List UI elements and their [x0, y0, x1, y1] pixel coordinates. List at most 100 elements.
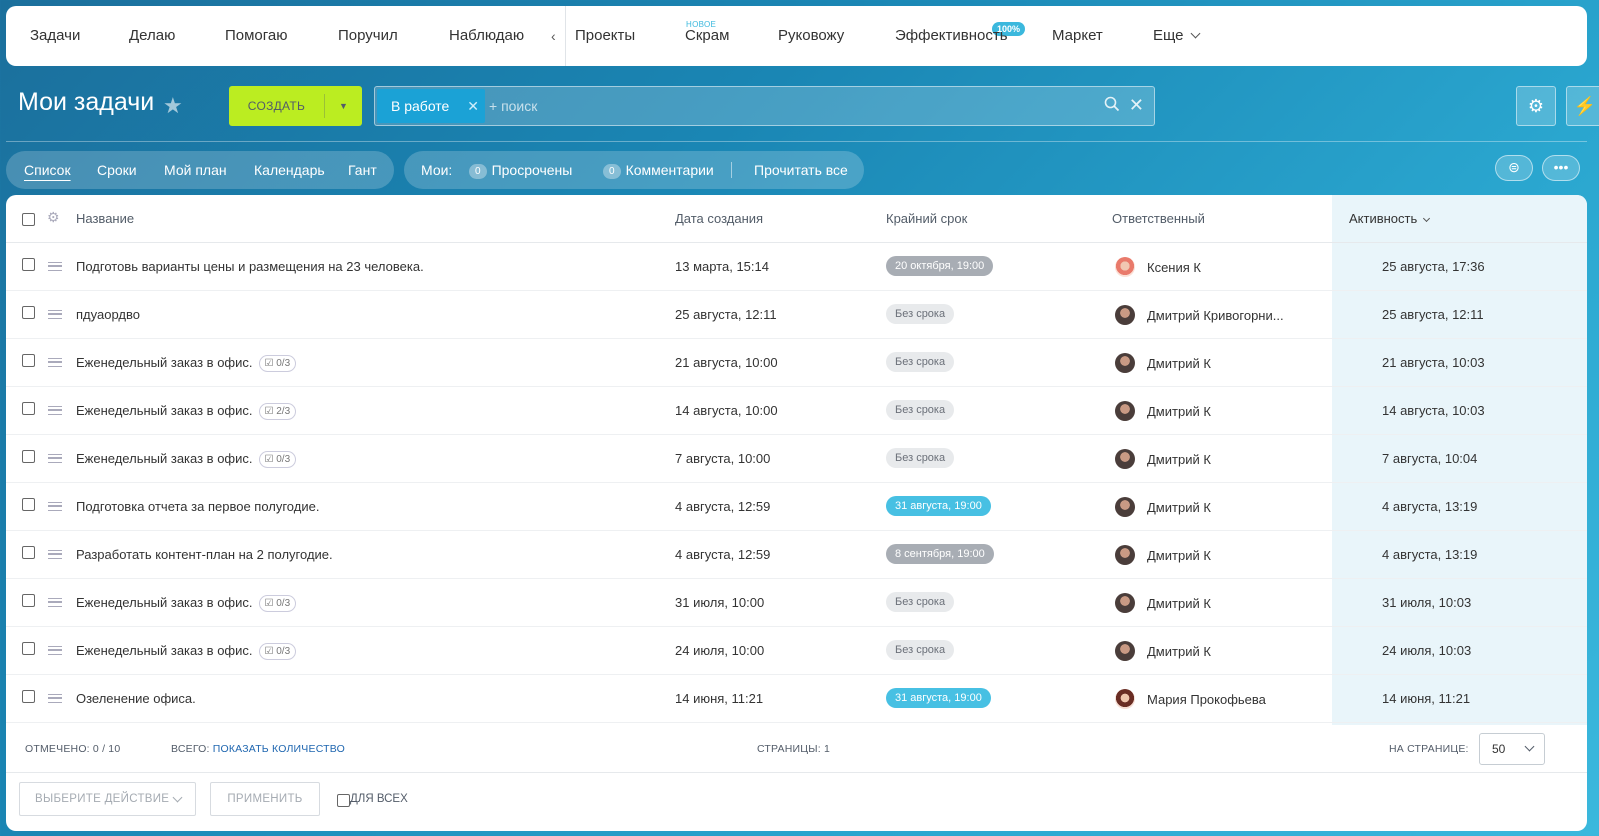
- deadline-badge[interactable]: 8 сентября, 19:00: [886, 544, 994, 564]
- column-header-title[interactable]: Название: [76, 195, 134, 243]
- deadline-badge[interactable]: 31 августа, 19:00: [886, 496, 991, 516]
- create-button[interactable]: СОЗДАТЬ ▼: [229, 86, 362, 126]
- deadline-badge[interactable]: Без срока: [886, 352, 955, 372]
- avatar[interactable]: [1115, 449, 1135, 469]
- drag-handle-icon[interactable]: [48, 646, 62, 655]
- table-row[interactable]: Еженедельный заказ в офис. ☑ 0/3 21 август…: [6, 339, 1587, 387]
- drag-handle-icon[interactable]: [48, 694, 62, 703]
- row-checkbox[interactable]: [22, 258, 35, 271]
- settings-button[interactable]: ⚙: [1516, 86, 1556, 126]
- table-row[interactable]: Еженедельный заказ в офис. ☑ 0/3 7 августа…: [6, 435, 1587, 483]
- drag-handle-icon[interactable]: [48, 406, 62, 415]
- avatar[interactable]: [1115, 641, 1135, 661]
- view-gantt[interactable]: Гант: [348, 151, 377, 189]
- row-checkbox[interactable]: [22, 402, 35, 415]
- task-title[interactable]: Еженедельный заказ в офис. ☑ 0/3: [76, 579, 297, 627]
- view-list[interactable]: Список: [24, 151, 71, 189]
- search-icon[interactable]: [1104, 96, 1120, 112]
- drag-handle-icon[interactable]: [48, 310, 62, 319]
- responsible-name[interactable]: Дмитрий К: [1147, 484, 1211, 532]
- task-title[interactable]: Еженедельный заказ в офис. ☑ 0/3: [76, 339, 297, 387]
- deadline-badge[interactable]: Без срока: [886, 448, 955, 468]
- deadline-badge[interactable]: Без срока: [886, 304, 955, 324]
- action-select[interactable]: ВЫБЕРИТЕ ДЕЙСТВИЕ: [19, 782, 196, 816]
- row-checkbox[interactable]: [22, 690, 35, 703]
- column-header-responsible[interactable]: Ответственный: [1112, 195, 1205, 243]
- view-calendar[interactable]: Календарь: [254, 151, 325, 189]
- task-title[interactable]: Подготовка отчета за первое полугодие.: [76, 483, 319, 531]
- drag-handle-icon[interactable]: [48, 454, 62, 463]
- avatar[interactable]: [1115, 401, 1135, 421]
- nav-more[interactable]: Еще: [1153, 6, 1200, 66]
- select-all-checkbox[interactable]: [22, 213, 35, 226]
- table-row[interactable]: Подготовь варианты цены и размещения на …: [6, 243, 1587, 291]
- caret-down-icon[interactable]: ▼: [325, 101, 362, 111]
- overdue-counter[interactable]: 0 Просрочены: [469, 151, 572, 189]
- table-row[interactable]: Еженедельный заказ в офис. ☑ 2/3 14 август…: [6, 387, 1587, 435]
- column-header-deadline[interactable]: Крайний срок: [886, 195, 967, 243]
- deadline-badge[interactable]: 31 августа, 19:00: [886, 688, 991, 708]
- search-filter-box[interactable]: В работе ✕ + поиск ✕: [374, 86, 1155, 126]
- search-input[interactable]: + поиск: [489, 87, 537, 125]
- column-header-created[interactable]: Дата создания: [675, 195, 763, 243]
- responsible-name[interactable]: Дмитрий К: [1147, 436, 1211, 484]
- avatar[interactable]: [1115, 545, 1135, 565]
- star-icon[interactable]: ★: [163, 93, 183, 119]
- task-title[interactable]: Еженедельный заказ в офис. ☑ 2/3: [76, 387, 297, 435]
- nav-helping[interactable]: Помогаю: [225, 6, 288, 66]
- responsible-name[interactable]: Дмитрий К: [1147, 628, 1211, 676]
- robots-button[interactable]: ⚡: [1566, 86, 1599, 126]
- responsible-name[interactable]: Дмитрий К: [1147, 340, 1211, 388]
- responsible-name[interactable]: Дмитрий Кривогорни...: [1147, 292, 1284, 340]
- nav-tasks[interactable]: Задачи: [30, 6, 80, 66]
- nav-market[interactable]: Маркет: [1052, 6, 1103, 66]
- deadline-badge[interactable]: 20 октября, 19:00: [886, 256, 994, 276]
- task-title[interactable]: Подготовь варианты цены и размещения на …: [76, 243, 424, 291]
- task-title[interactable]: Еженедельный заказ в офис. ☑ 0/3: [76, 627, 297, 675]
- chevron-left-icon[interactable]: ‹: [551, 6, 556, 66]
- row-checkbox[interactable]: [22, 306, 35, 319]
- robot-button[interactable]: ⊜: [1495, 155, 1533, 181]
- nav-scrum[interactable]: Скрам: [685, 6, 729, 66]
- row-checkbox[interactable]: [22, 642, 35, 655]
- avatar[interactable]: [1115, 593, 1135, 613]
- responsible-name[interactable]: Дмитрий К: [1147, 580, 1211, 628]
- drag-handle-icon[interactable]: [48, 262, 62, 271]
- avatar[interactable]: [1115, 305, 1135, 325]
- for-all-checkbox[interactable]: [337, 794, 350, 807]
- table-row[interactable]: Разработать контент-план на 2 полугодие.…: [6, 531, 1587, 579]
- table-row[interactable]: Еженедельный заказ в офис. ☑ 0/3 31 июля, …: [6, 579, 1587, 627]
- row-checkbox[interactable]: [22, 546, 35, 559]
- avatar[interactable]: [1115, 497, 1135, 517]
- read-all-link[interactable]: Прочитать все: [754, 151, 848, 189]
- show-count-link[interactable]: ПОКАЗАТЬ КОЛИЧЕСТВО: [213, 743, 345, 755]
- row-checkbox[interactable]: [22, 450, 35, 463]
- per-page-select[interactable]: 50: [1479, 733, 1545, 765]
- nav-managing[interactable]: Руковожу: [778, 6, 844, 66]
- drag-handle-icon[interactable]: [48, 550, 62, 559]
- view-deadlines[interactable]: Сроки: [97, 151, 137, 189]
- clear-search-icon[interactable]: ✕: [1129, 95, 1144, 115]
- task-title[interactable]: Озеленение офиса.: [76, 675, 196, 723]
- drag-handle-icon[interactable]: [48, 502, 62, 511]
- nav-efficiency[interactable]: Эффективность: [895, 6, 1008, 66]
- column-header-activity[interactable]: Активность: [1349, 195, 1431, 243]
- deadline-badge[interactable]: Без срока: [886, 592, 955, 612]
- deadline-badge[interactable]: Без срока: [886, 640, 955, 660]
- row-checkbox[interactable]: [22, 354, 35, 367]
- responsible-name[interactable]: Ксения К: [1147, 244, 1201, 292]
- nav-watching[interactable]: Наблюдаю: [449, 6, 524, 66]
- task-title[interactable]: Еженедельный заказ в офис. ☑ 0/3: [76, 435, 297, 483]
- nav-assigned[interactable]: Поручил: [338, 6, 398, 66]
- task-title[interactable]: пдуаордво: [76, 291, 140, 339]
- apply-button[interactable]: ПРИМЕНИТЬ: [210, 782, 320, 816]
- task-title[interactable]: Разработать контент-план на 2 полугодие.: [76, 531, 333, 579]
- view-my-plan[interactable]: Мой план: [164, 151, 227, 189]
- responsible-name[interactable]: Дмитрий К: [1147, 388, 1211, 436]
- column-settings-icon[interactable]: ⚙: [47, 209, 60, 226]
- avatar[interactable]: [1115, 353, 1135, 373]
- remove-filter-icon[interactable]: ✕: [467, 89, 479, 123]
- table-row[interactable]: пдуаордво 25 августа, 12:11 Без срока Дмитр…: [6, 291, 1587, 339]
- table-row[interactable]: Озеленение офиса. 14 июня, 11:21 31 август…: [6, 675, 1587, 723]
- nav-projects[interactable]: Проекты: [575, 6, 635, 66]
